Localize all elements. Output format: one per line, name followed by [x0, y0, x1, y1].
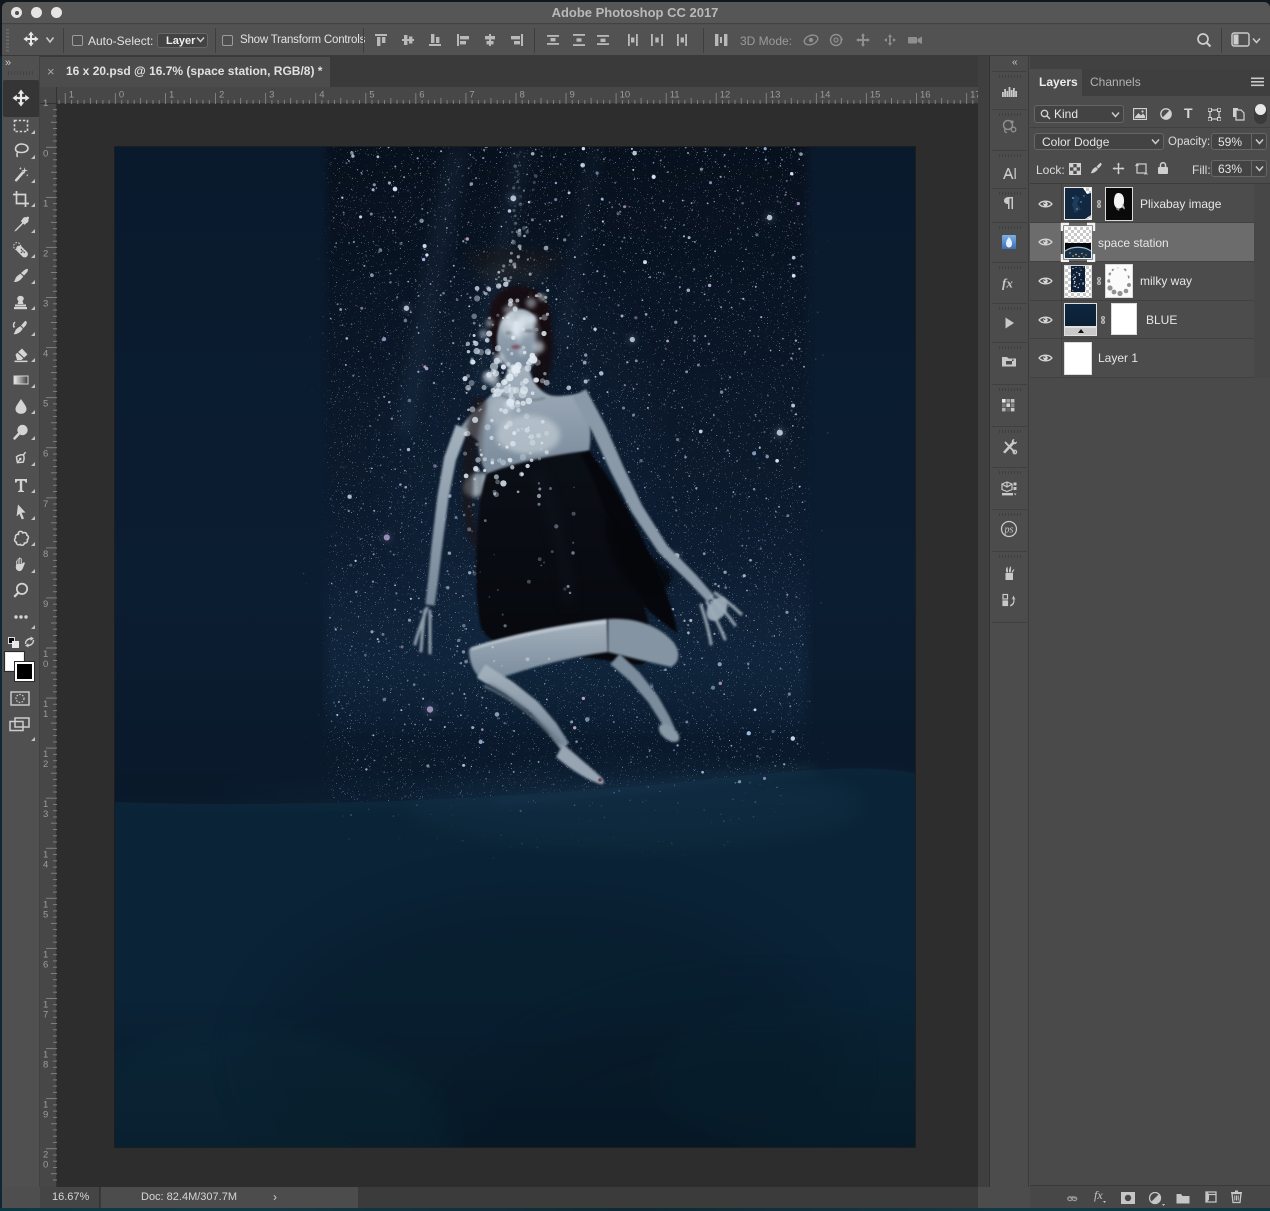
svg-text:1: 1	[43, 98, 48, 109]
svg-text:9: 9	[43, 1110, 48, 1121]
svg-text:5: 5	[369, 90, 374, 101]
svg-text:5: 5	[43, 399, 48, 410]
svg-text:17: 17	[970, 90, 978, 101]
svg-text:7: 7	[43, 1010, 48, 1021]
svg-text:7: 7	[43, 499, 48, 510]
svg-text:0: 0	[43, 1160, 48, 1171]
svg-text:1: 1	[69, 90, 74, 101]
svg-text:1: 1	[43, 198, 48, 209]
svg-text:12: 12	[720, 90, 731, 101]
svg-text:10: 10	[620, 90, 631, 101]
svg-text:2: 2	[43, 759, 48, 770]
svg-text:13: 13	[770, 90, 781, 101]
svg-text:0: 0	[119, 90, 124, 101]
svg-text:4: 4	[43, 859, 48, 870]
svg-text:9: 9	[570, 90, 575, 101]
svg-text:8: 8	[43, 1060, 48, 1071]
svg-text:14: 14	[820, 90, 831, 101]
svg-text:7: 7	[469, 90, 474, 101]
svg-text:4: 4	[43, 349, 48, 360]
svg-text:6: 6	[43, 449, 48, 460]
svg-text:9: 9	[43, 599, 48, 610]
svg-text:15: 15	[870, 90, 881, 101]
svg-text:16: 16	[920, 90, 931, 101]
svg-text:fx: fx	[1094, 1189, 1103, 1202]
svg-text:4: 4	[319, 90, 324, 101]
svg-text:0: 0	[43, 659, 48, 670]
svg-text:8: 8	[43, 549, 48, 560]
svg-text:6: 6	[43, 959, 48, 970]
svg-text:3: 3	[269, 90, 274, 101]
svg-text:fx: fx	[1002, 276, 1013, 291]
svg-text:1: 1	[169, 90, 174, 101]
svg-text:6: 6	[419, 90, 424, 101]
svg-text:11: 11	[670, 90, 680, 101]
svg-text:8: 8	[520, 90, 525, 101]
svg-text:2: 2	[219, 90, 224, 101]
svg-text:0: 0	[43, 148, 48, 159]
svg-text:ps: ps	[1004, 525, 1014, 536]
svg-text:3: 3	[43, 809, 48, 820]
svg-text:3: 3	[43, 299, 48, 310]
svg-text:1: 1	[43, 709, 48, 720]
svg-text:5: 5	[43, 909, 48, 920]
svg-text:2: 2	[43, 248, 48, 259]
